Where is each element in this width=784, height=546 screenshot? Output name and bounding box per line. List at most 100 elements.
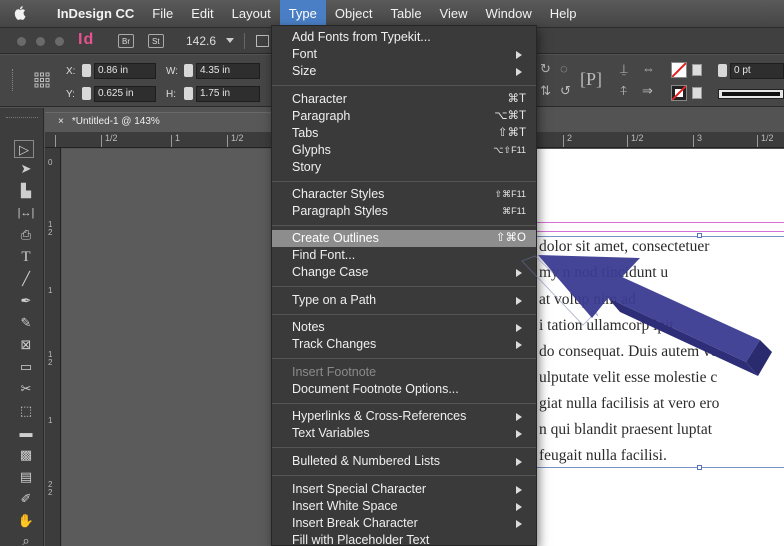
menu-type[interactable]: Type (279, 0, 326, 28)
gradient-tool-icon[interactable]: ▬ (16, 424, 36, 442)
flip-icon[interactable]: ⇅ (540, 83, 551, 99)
menu-item-glyphs[interactable]: Glyphs ⌥⇧F11 (272, 142, 536, 159)
menu-item-break-character[interactable]: Insert Break Character (272, 515, 536, 532)
align-top-icon[interactable]: ⍊ (620, 61, 628, 77)
frame-handle[interactable] (697, 465, 702, 470)
h-stepper[interactable] (184, 87, 193, 100)
zoom-window-button[interactable] (55, 37, 64, 46)
menu-table[interactable]: Table (381, 0, 430, 28)
menu-item-white-space[interactable]: Insert White Space (272, 498, 536, 515)
stroke-weight-field[interactable]: 0 pt (730, 63, 784, 79)
zoom-dropdown-icon[interactable] (226, 38, 234, 43)
rotate-icon[interactable]: ↻ (540, 61, 551, 77)
menu-separator (272, 358, 536, 359)
close-window-button[interactable] (17, 37, 26, 46)
stock-button[interactable]: St (148, 34, 164, 48)
menu-item-insert-footnote[interactable]: Insert Footnote (272, 364, 536, 381)
distribute-h-icon[interactable]: ⇒ (642, 83, 653, 99)
menu-indesign[interactable]: InDesign CC (48, 0, 143, 28)
align-center-icon[interactable]: ⍏ (620, 83, 628, 99)
fill-dropdown-icon[interactable] (692, 64, 702, 76)
pencil-tool-icon[interactable]: ✎ (16, 314, 36, 332)
y-field[interactable]: 0.625 in (94, 86, 156, 102)
menu-item-notes[interactable]: Notes (272, 319, 536, 336)
note-tool-icon[interactable]: ▤ (16, 468, 36, 486)
panel-grip[interactable] (12, 69, 15, 91)
menu-item-character-styles[interactable]: Character Styles ⇧⌘F11 (272, 186, 536, 203)
document-tab[interactable]: × *Untitled-1 @ 143% (45, 112, 271, 132)
width-field[interactable]: 4.35 in (196, 63, 260, 79)
menu-item-special-character[interactable]: Insert Special Character (272, 481, 536, 498)
menu-item-text-variables[interactable]: Text Variables (272, 425, 536, 442)
w-stepper[interactable] (184, 64, 193, 77)
line-tool-icon[interactable]: ╱ (16, 270, 36, 288)
type-tool-icon[interactable]: T (16, 248, 36, 266)
gradient-feather-tool-icon[interactable]: ▩ (16, 446, 36, 464)
menu-item-create-outlines[interactable]: Create Outlines ⇧⌘O (272, 230, 536, 247)
x-field[interactable]: 0.86 in (94, 63, 156, 79)
reference-point-icon[interactable] (34, 72, 50, 88)
view-options-icon[interactable] (256, 35, 269, 47)
menu-item-paragraph-styles[interactable]: Paragraph Styles ⌘F11 (272, 203, 536, 220)
stroke-type-selector[interactable] (718, 89, 784, 99)
menu-item-character[interactable]: Character ⌘T (272, 91, 536, 108)
eyedropper-tool-icon[interactable]: ✐ (16, 490, 36, 508)
rectangle-frame-tool-icon[interactable]: ⊠ (16, 336, 36, 354)
menu-item-font[interactable]: Font (272, 46, 536, 63)
height-field[interactable]: 1.75 in (196, 86, 260, 102)
zoom-tool-icon[interactable]: ⌕ (16, 532, 36, 546)
menu-item-track-changes[interactable]: Track Changes (272, 336, 536, 353)
menu-item-change-case[interactable]: Change Case (272, 264, 536, 281)
tools-grip[interactable] (6, 108, 38, 118)
submenu-arrow-icon (516, 68, 522, 76)
submenu-arrow-icon (516, 297, 522, 305)
menu-separator (272, 286, 536, 287)
menu-item-bulleted-lists[interactable]: Bulleted & Numbered Lists (272, 453, 536, 470)
menu-item-footnote-options[interactable]: Document Footnote Options... (272, 381, 536, 398)
content-collector-icon[interactable]: ⎙ (16, 226, 36, 244)
menu-item-placeholder-text[interactable]: Fill with Placeholder Text (272, 532, 536, 546)
rectangle-tool-icon[interactable]: ▭ (16, 358, 36, 376)
free-transform-tool-icon[interactable]: ⬚ (16, 402, 36, 420)
menu-item-add-fonts[interactable]: Add Fonts from Typekit... (272, 29, 536, 46)
vertical-ruler[interactable]: 0 1 2 1 1 2 1 2 2 (45, 148, 61, 546)
menu-item-paragraph[interactable]: Paragraph ⌥⌘T (272, 108, 536, 125)
menu-layout[interactable]: Layout (223, 0, 280, 28)
body-text-line: giat nulla facilisis at vero ero (539, 395, 720, 412)
scissors-tool-icon[interactable]: ✂ (16, 380, 36, 398)
menu-object[interactable]: Object (326, 0, 382, 28)
hand-tool-icon[interactable]: ✋ (16, 512, 36, 530)
menu-file[interactable]: File (143, 0, 182, 28)
direct-selection-tool-icon[interactable]: ➤ (16, 160, 36, 178)
menu-item-story[interactable]: Story (272, 159, 536, 176)
selection-tool-icon[interactable]: ▷ (14, 140, 34, 158)
x-stepper[interactable] (82, 64, 91, 77)
menu-help[interactable]: Help (541, 0, 586, 28)
menu-item-find-font[interactable]: Find Font... (272, 247, 536, 264)
apple-icon[interactable] (14, 5, 26, 20)
close-tab-icon[interactable]: × (58, 116, 64, 127)
rotate-cw-icon[interactable]: ↺ (560, 83, 571, 99)
stroke-weight-stepper[interactable] (718, 64, 727, 77)
page-tool-icon[interactable]: ▙ (16, 182, 36, 200)
gap-tool-icon[interactable]: |↔| (16, 204, 36, 222)
menu-item-hyperlinks[interactable]: Hyperlinks & Cross-References (272, 408, 536, 425)
bridge-button[interactable]: Br (118, 34, 134, 48)
stroke-swatch-icon[interactable] (671, 85, 687, 101)
shear-icon[interactable]: ◌ (560, 61, 568, 76)
minimize-window-button[interactable] (36, 37, 45, 46)
stroke-dropdown-icon[interactable] (692, 87, 702, 99)
menu-item-tabs[interactable]: Tabs ⇧⌘T (272, 125, 536, 142)
pen-tool-icon[interactable]: ✒ (16, 292, 36, 310)
y-stepper[interactable] (82, 87, 91, 100)
menu-view[interactable]: View (431, 0, 477, 28)
menu-edit[interactable]: Edit (182, 0, 222, 28)
menu-item-size[interactable]: Size (272, 63, 536, 80)
fill-swatch-icon[interactable] (671, 62, 687, 78)
distribute-icon[interactable]: ⇔ (642, 61, 655, 76)
zoom-level[interactable]: 142.6 (186, 34, 216, 48)
menu-item-type-on-path[interactable]: Type on a Path (272, 292, 536, 309)
ruler-label: 2 (567, 133, 573, 143)
menu-window[interactable]: Window (477, 0, 541, 28)
text-frame-icon[interactable]: [P] (580, 69, 602, 90)
